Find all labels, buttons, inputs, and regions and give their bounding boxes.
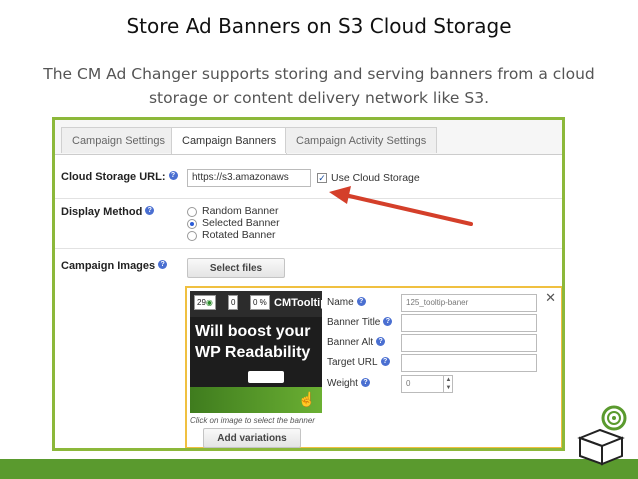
- divider: [55, 248, 562, 249]
- tab-bar: Campaign Settings Campaign Banners Campa…: [55, 120, 562, 155]
- question-circle-icon[interactable]: ?: [158, 260, 168, 269]
- banner-title-label-text: Banner Title: [327, 317, 381, 328]
- banner-tooltip-bubble: [248, 371, 284, 383]
- cursor-icon: ☝: [298, 391, 316, 407]
- target-url-input[interactable]: [401, 354, 537, 372]
- divider: [55, 198, 562, 199]
- banner-alt-label: Banner Alt?: [327, 337, 386, 348]
- radio-selected-banner[interactable]: [187, 219, 197, 229]
- add-variations-button[interactable]: Add variations: [203, 428, 301, 448]
- subtitle-line-2: storage or content delivery network like…: [148, 89, 490, 107]
- slide-title: Store Ad Banners on S3 Cloud Storage: [126, 14, 512, 38]
- cloud-storage-label: Cloud Storage URL:?: [61, 171, 178, 183]
- clicks-count: 0: [231, 298, 236, 307]
- views-count: 29: [197, 298, 206, 307]
- radio-random-banner[interactable]: [187, 207, 197, 217]
- question-circle-icon[interactable]: ?: [145, 206, 155, 215]
- name-label-text: Name: [327, 297, 354, 308]
- radio-selected-banner-label: Selected Banner: [202, 217, 280, 229]
- screenshot-frame: Campaign Settings Campaign Banners Campa…: [52, 117, 565, 451]
- banner-clicks-stat: 0: [228, 295, 239, 310]
- banner-word-will: Will: [195, 323, 224, 340]
- banner-title-label: Banner Title?: [327, 317, 393, 328]
- name-input[interactable]: 125_tooltip-baner: [401, 294, 537, 312]
- close-icon[interactable]: ✕: [545, 290, 556, 306]
- question-circle-icon[interactable]: ?: [380, 357, 390, 366]
- slide-subtitle: The CM Ad Changer supports storing and s…: [10, 62, 628, 110]
- banner-alt-input[interactable]: [401, 334, 537, 352]
- eye-icon: ◉: [205, 298, 213, 307]
- weight-label-text: Weight: [327, 378, 358, 389]
- cloud-storage-label-text: Cloud Storage URL:: [61, 171, 166, 183]
- campaign-images-label: Campaign Images?: [61, 260, 168, 272]
- banner-word-boost: boost: [227, 323, 272, 340]
- name-label: Name?: [327, 297, 366, 308]
- select-files-button[interactable]: Select files: [187, 258, 285, 278]
- banner-headline-2: WP Readability: [195, 344, 311, 361]
- banner-image[interactable]: 29◉ 0 0 % CMTooltip Will boost your WP R…: [190, 291, 322, 413]
- banner-ctr-stat: 0 %: [250, 295, 270, 310]
- banner-brand: CMTooltip: [274, 297, 322, 309]
- weight-label: Weight?: [327, 378, 370, 389]
- target-url-label: Target URL?: [327, 357, 390, 368]
- subtitle-line-1: The CM Ad Changer supports storing and s…: [43, 65, 595, 83]
- tab-campaign-banners[interactable]: Campaign Banners: [171, 127, 288, 154]
- tab-campaign-activity-settings[interactable]: Campaign Activity Settings: [285, 127, 438, 153]
- banner-panel: 29◉ 0 0 % CMTooltip Will boost your WP R…: [185, 286, 562, 448]
- banner-alt-label-text: Banner Alt: [327, 337, 374, 348]
- question-circle-icon[interactable]: ?: [168, 171, 178, 180]
- cloud-storage-url-input[interactable]: https://s3.amazonaws: [187, 169, 311, 187]
- radio-rotated-banner[interactable]: [187, 231, 197, 241]
- red-arrow-annotation: [329, 186, 473, 226]
- radio-rotated-banner-label: Rotated Banner: [202, 229, 276, 241]
- display-method-label: Display Method?: [61, 206, 155, 218]
- banner-word-your: your: [275, 323, 311, 340]
- question-circle-icon[interactable]: ?: [356, 297, 366, 306]
- banner-headline-1: Will boost your: [195, 323, 310, 341]
- target-url-label-text: Target URL: [327, 357, 378, 368]
- campaign-images-label-text: Campaign Images: [61, 260, 156, 272]
- tab-campaign-settings[interactable]: Campaign Settings: [61, 127, 176, 153]
- display-method-label-text: Display Method: [61, 206, 143, 218]
- question-circle-icon[interactable]: ?: [383, 317, 393, 326]
- footer-bar: [0, 459, 638, 479]
- question-circle-icon[interactable]: ?: [376, 337, 386, 346]
- weight-stepper[interactable]: ▲ ▼: [443, 376, 453, 392]
- banner-views-stat: 29◉: [194, 295, 216, 310]
- banner-caption: Click on image to select the banner: [190, 416, 315, 425]
- radio-random-banner-label: Random Banner: [202, 205, 279, 217]
- question-circle-icon[interactable]: ?: [360, 378, 370, 387]
- cube-logo-icon: [577, 405, 627, 466]
- banner-title-input[interactable]: [401, 314, 537, 332]
